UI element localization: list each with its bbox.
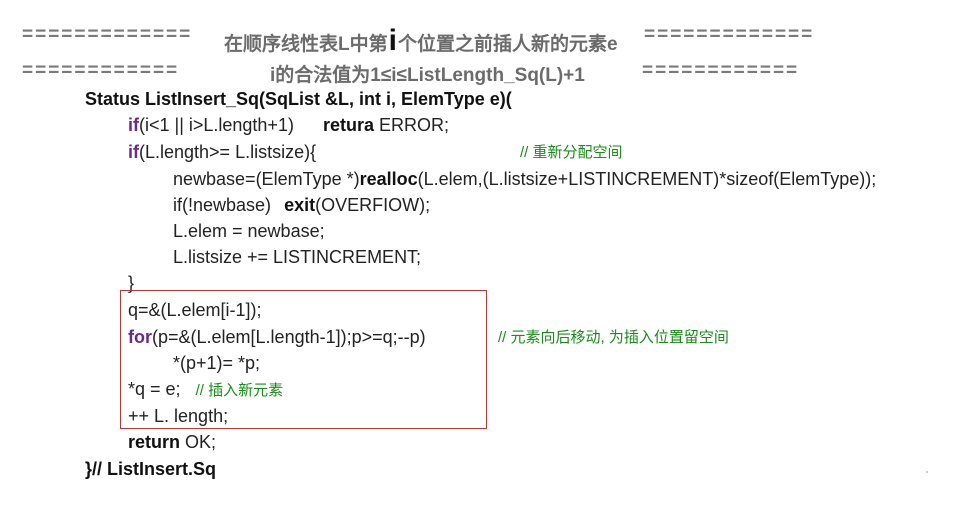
comment: // 重新分配空间 [520, 144, 623, 161]
code-line: if(L.length>= L.listsize){ [128, 142, 317, 162]
code-line: if(!newbase) exit(OVERFIOW); [173, 195, 431, 215]
highlight-box [120, 290, 487, 429]
header-line-1: ============= 在顺序线性表L中第i个位置之前插人新的元素e ===… [0, 24, 954, 57]
code-line: return OK; [128, 432, 217, 452]
valid-range-text: i的合法值为1≤i≤ListLength_Sq(L)+1 [270, 65, 585, 86]
function-end: }// ListInsert.Sq [85, 459, 217, 479]
separator-left: ============ [22, 60, 180, 81]
header-line-2: ============ i的合法值为1≤i≤ListLength_Sq(L)+… [0, 60, 954, 86]
header-title: 在顺序线性表L中第i个位置之前插人新的元素e [224, 24, 618, 57]
function-signature: Status ListInsert_Sq(SqList &L, int i, E… [85, 89, 512, 109]
code-line: newbase=(ElemType *)realloc(L.elem,(L.li… [173, 169, 877, 189]
big-i-glyph: i [388, 24, 397, 57]
separator-right: ============ [642, 60, 800, 81]
code-line: L.elem = newbase; [173, 221, 325, 241]
separator-right: ============= [644, 24, 815, 45]
stray-dot [926, 471, 928, 473]
code-line: if(i<1 || i>L.length+1) retura ERROR; [128, 115, 450, 135]
comment: // 元素向后移动, 为插入位置留空间 [498, 329, 729, 346]
separator-left: ============= [22, 24, 193, 45]
code-line: L.listsize += LISTINCREMENT; [173, 247, 422, 267]
